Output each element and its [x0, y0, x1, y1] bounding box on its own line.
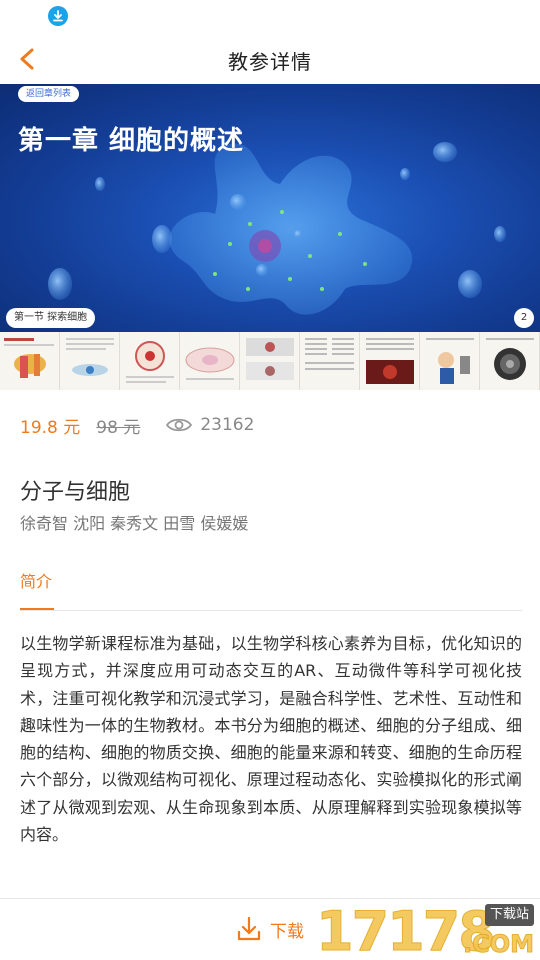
tab-divider — [20, 610, 522, 611]
book-authors: 徐奇智 沈阳 秦秀文 田雪 侯媛媛 — [20, 514, 249, 533]
watermark-tag: 下载站 — [484, 904, 534, 926]
intro-text: 以生物学新课程标准为基础，以生物学科核心素养为目标，优化知识的呈现方式，并深度应… — [20, 634, 522, 845]
nav-bar: 教参详情 — [0, 34, 540, 84]
page-thumbnail[interactable] — [0, 332, 60, 390]
eye-icon — [166, 418, 193, 432]
page-thumbnail[interactable] — [360, 332, 420, 390]
page-thumbnail[interactable] — [480, 332, 540, 390]
page-number-badge: 2 — [514, 308, 534, 328]
page-thumbnail[interactable] — [420, 332, 480, 390]
section-label: 第一节 探索细胞 — [6, 308, 96, 328]
chapter-title: 第一章 细胞的概述 — [18, 126, 245, 156]
cover-banner[interactable]: 返回章列表 第一章 细胞的概述 第一节 探索细胞 2 — [0, 84, 540, 332]
page-title: 教参详情 — [228, 50, 312, 74]
status-bar — [0, 0, 540, 34]
download-button[interactable]: 下载 — [236, 913, 304, 945]
price-row: 19.8 元 98 元 23162 — [20, 410, 254, 440]
watermark-suffix: .COM — [462, 930, 534, 959]
original-price: 98 元 — [96, 417, 141, 438]
page-thumbnail[interactable] — [240, 332, 300, 390]
page-thumbnail[interactable] — [180, 332, 240, 390]
page-thumbnail[interactable] — [60, 332, 120, 390]
tab-intro[interactable]: 简介 — [20, 568, 52, 592]
download-icon — [237, 916, 261, 941]
page-thumbnail[interactable] — [300, 332, 360, 390]
site-watermark: 17178 下载站 .COM — [316, 900, 538, 960]
download-label: 下载 — [270, 921, 304, 942]
book-title: 分子与细胞 — [20, 480, 131, 505]
current-price: 19.8 元 — [20, 417, 81, 438]
status-download-icon — [48, 6, 68, 26]
view-count: 23162 — [200, 415, 255, 435]
page-thumbnail-strip[interactable] — [0, 332, 540, 390]
return-to-chapter-list-button[interactable]: 返回章列表 — [18, 86, 80, 102]
page-thumbnail[interactable] — [120, 332, 180, 390]
tab-active-indicator — [20, 608, 54, 610]
